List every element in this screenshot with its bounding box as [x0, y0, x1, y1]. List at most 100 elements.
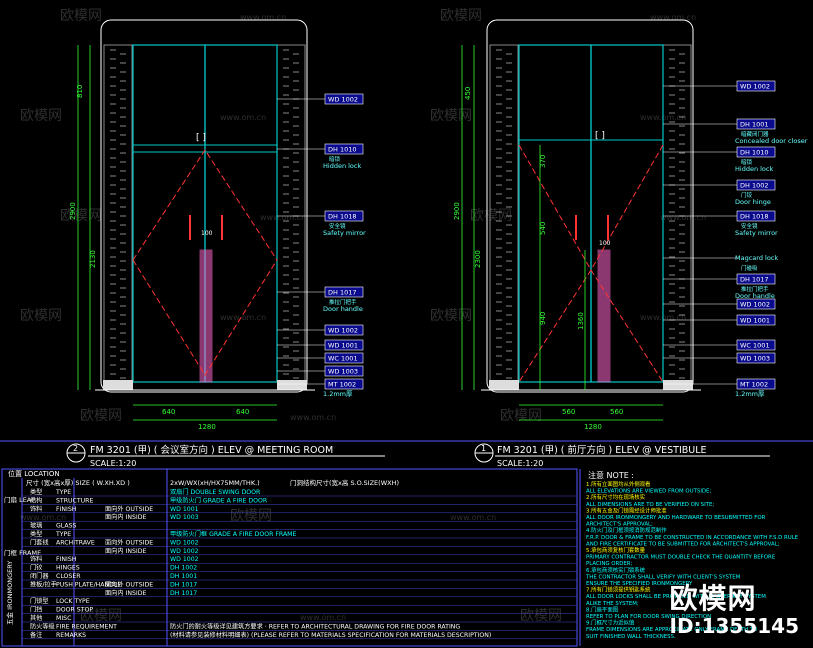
door-leaf-left: [132, 44, 206, 383]
note-line: ALIKE THE SYSTEM;: [586, 601, 639, 607]
row-value: 甲级防火门 GRADE A FIRE DOOR: [170, 496, 268, 504]
dim-label: 640: [236, 408, 249, 416]
watermark-text: www.om.cn: [20, 513, 66, 522]
row-value: 防火门的耐火等级详见建筑方要求 · REFER TO ARCHITECTURAL…: [170, 622, 460, 630]
row-label-cn: 其他: [30, 614, 42, 622]
dim-label: 640: [162, 408, 175, 416]
row-label-cn: 门锁型: [30, 597, 49, 605]
note-line: SUIT FINISHED WALL THICKNESS.: [586, 634, 676, 640]
row-label-en: LOCK TYPE: [56, 598, 90, 605]
row-value: 甲级防火门框 GRADE A FIRE DOOR FRAME: [170, 530, 297, 538]
watermark-text: www.om.cn: [300, 613, 346, 622]
header-ironmongery: 五金 IRONMONGERY: [5, 561, 14, 625]
floor-threshold: [489, 380, 519, 390]
material-tag-code: WD 1002: [328, 96, 358, 104]
material-tag-code: WD 1002: [740, 83, 770, 91]
watermark-text: www.om.cn: [220, 113, 266, 122]
dim-label: 560: [610, 408, 623, 416]
row-value: WD 1002: [170, 539, 199, 546]
dim-label: 450: [464, 87, 472, 100]
watermark-text: 欧模网: [20, 108, 62, 124]
vision-glass: [597, 249, 611, 383]
material-tag-code: DH 1001: [740, 121, 769, 129]
watermark-text: 欧模网: [430, 308, 472, 324]
row-label-en: TYPE: [55, 489, 71, 496]
dim-label: 2900: [69, 202, 77, 220]
note-line: PRIMARY CONTRACTOR MUST DOUBLE CHECK THE…: [586, 555, 776, 561]
row-side: 面向外 OUTSIDE: [105, 538, 153, 546]
material-tag-en: Concealed door closer: [735, 137, 808, 145]
row-label-en: DOOR STOP: [56, 607, 93, 614]
material-tag-code: WD 1003: [740, 355, 770, 363]
dim-label: 100: [201, 230, 213, 237]
note-line: PLACING ORDER;: [586, 561, 633, 567]
dim-label: 540: [539, 222, 547, 235]
watermark-text: www.om.cn: [660, 213, 706, 222]
material-tag-code: WC 1001: [740, 342, 770, 350]
watermark-text: 欧模网: [520, 608, 562, 624]
watermark-text: 欧模网: [230, 508, 272, 524]
material-tag-code: WD 1002: [740, 301, 770, 309]
material-tag-en: Door handle: [323, 305, 363, 313]
row-label-cn: 类型: [30, 530, 42, 538]
dim-label: 100: [599, 240, 611, 247]
size-note: 门洞结构尺寸(宽x高 S.O.SIZE(WXH): [290, 478, 399, 487]
dim-label: 560: [562, 408, 575, 416]
row-label-cn: 玻璃: [30, 522, 42, 530]
row-label-en: GLASS: [56, 523, 77, 530]
material-tags: WD 1002DH 1001暗藏闭门器Concealed door closer…: [663, 80, 808, 398]
material-tag-en: 1.2mm厚: [735, 390, 765, 398]
row-label-en: REMARKS: [56, 632, 86, 639]
dim-label: 940: [539, 312, 547, 325]
row-label-en: CLOSER: [56, 573, 81, 580]
brand-logo: 欧模网: [669, 582, 757, 615]
material-tag-code: DH 1017: [328, 289, 357, 297]
row-label-cn: 门铰: [30, 564, 42, 572]
note-line: ARCHITECT'S APPROVAL;: [586, 522, 653, 528]
row-value: 双扇门 DOUBLE SWING DOOR: [170, 488, 261, 496]
row-label-cn: 闭门器: [30, 572, 49, 580]
note-line: AND FIRE CERTIFICATE TO BE SUBMITTED FOR…: [586, 541, 780, 547]
note-line: 4.防火门及门框须按消防规范制作: [586, 526, 667, 534]
dim-label: 810: [76, 85, 84, 98]
material-tag-code: WD 1001: [328, 342, 358, 350]
row-label-en: HINGES: [56, 565, 80, 572]
brand-id: ID:1355145: [669, 614, 799, 638]
watermark-text: www.om.cn: [650, 13, 696, 22]
watermark-text: 欧模网: [60, 208, 102, 224]
row-label-cn: 推板/拉手: [30, 580, 57, 588]
watermark-text: 欧模网: [430, 108, 472, 124]
watermark-text: 欧模网: [80, 408, 122, 424]
watermark-text: www.om.cn: [450, 513, 496, 522]
floor-threshold: [103, 380, 133, 390]
row-label-en: FIRE REQUIREMENT: [56, 623, 117, 630]
watermark-text: 欧模网: [440, 8, 482, 24]
note-line: ALL DIMENSIONS ARE TO BE VERIFIED ON SIT…: [586, 502, 714, 508]
size-value: 2xW/WX(xH/HX75MM/THK.): [170, 479, 260, 487]
elevation-vestibule: [ ] 450 2300 2900 370 540 940 1360 560 5…: [453, 19, 808, 468]
note-line: THE CONTRACTOR SHALL VERIFY WITH CLIENT'…: [585, 574, 741, 580]
row-value: DH 1017: [170, 590, 197, 597]
note-line: 8.门扇平面图: [586, 605, 618, 613]
floor-threshold: [277, 380, 307, 390]
row-label-cn: 类型: [30, 488, 42, 496]
watermark-text: 欧模网: [500, 408, 542, 424]
material-tag-code: DH 1010: [328, 146, 357, 154]
header-location: 位置 LOCATION: [8, 469, 60, 478]
vision-glass: [199, 249, 213, 383]
brand-watermark: 欧模网 ID:1355145: [669, 582, 799, 639]
row-label-en: ARCHITRAVE: [56, 539, 95, 546]
row-label-cn: 备注: [30, 631, 42, 639]
dim-label: 2130: [89, 250, 97, 268]
material-tag-en: Door hinge: [735, 198, 771, 206]
dim-label: 370: [539, 155, 547, 168]
material-tag-cn: 门碰吸: [741, 264, 758, 272]
row-value: DH 1001: [170, 573, 197, 580]
note-line: 2.所有尺寸均在现场核实: [586, 493, 646, 501]
row-label-cn: 结构: [30, 496, 42, 504]
row-value: DH 1002: [170, 565, 197, 572]
row-side: 面向外 OUTSIDE: [105, 580, 153, 588]
row-value: WD 1003: [170, 514, 199, 521]
note-line: 1.所有立面图均从外侧观看: [586, 480, 651, 488]
elevation-scale: SCALE:1:20: [497, 459, 543, 468]
